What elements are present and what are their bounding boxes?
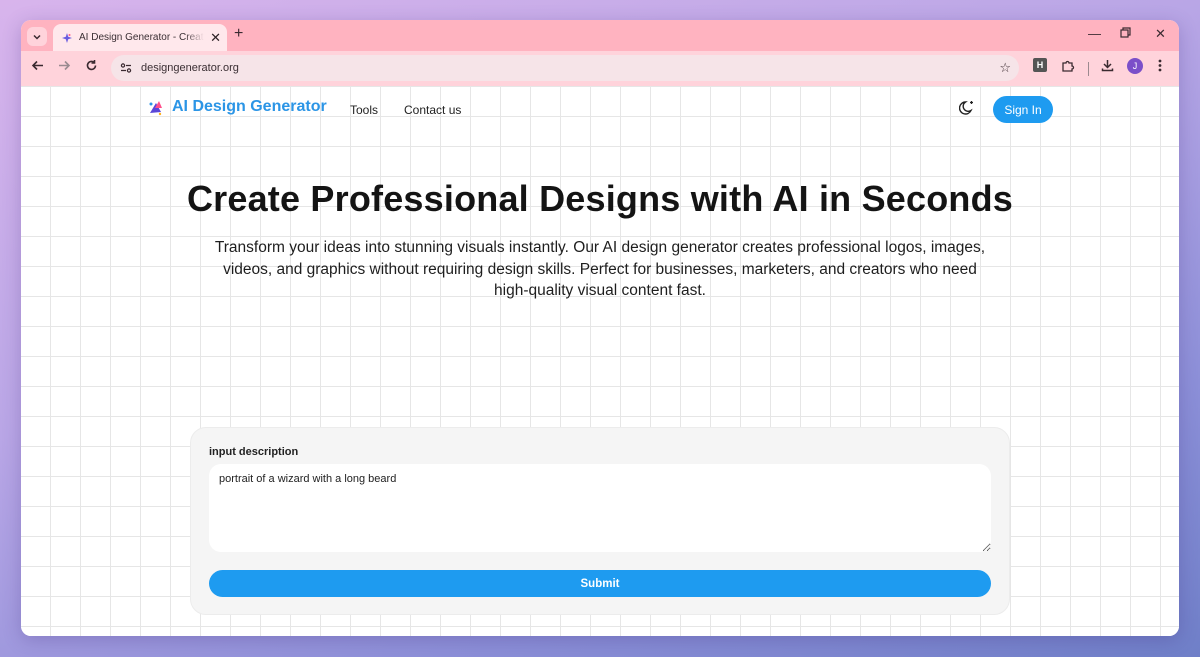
url-text: designgenerator.org xyxy=(141,62,239,74)
close-window-icon[interactable]: ✕ xyxy=(1155,26,1166,42)
browser-window: AI Design Generator - Create Stunning De… xyxy=(21,20,1179,636)
reload-icon[interactable] xyxy=(85,59,98,75)
tab-search-button[interactable] xyxy=(27,27,47,46)
theme-toggle-moon-icon[interactable] xyxy=(958,99,976,121)
hero-title: Create Professional Designs with AI in S… xyxy=(186,178,1014,219)
address-bar[interactable]: designgenerator.org ☆ xyxy=(111,55,1019,81)
extensions-puzzle-icon[interactable] xyxy=(1061,58,1076,78)
bookmark-star-icon[interactable]: ☆ xyxy=(999,60,1011,76)
generator-form-card: input description portrait of a wizard w… xyxy=(190,427,1010,615)
logo-icon xyxy=(149,100,162,115)
tab-title: AI Design Generator - Create Stunning De… xyxy=(79,32,204,43)
browser-toolbar: designgenerator.org ☆ H J xyxy=(21,51,1179,86)
toolbar-divider xyxy=(1088,62,1089,76)
new-tab-button[interactable]: + xyxy=(234,25,243,43)
nav-link-tools[interactable]: Tools xyxy=(350,103,378,117)
site-favicon-icon xyxy=(61,32,73,44)
minimize-icon[interactable]: — xyxy=(1088,26,1101,41)
download-icon[interactable] xyxy=(1100,58,1115,78)
tab-strip: AI Design Generator - Create Stunning De… xyxy=(21,20,1179,51)
submit-button[interactable]: Submit xyxy=(209,570,991,597)
page-content: AI Design Generator Tools Contact us Sig… xyxy=(21,86,1179,636)
sign-in-button[interactable]: Sign In xyxy=(993,96,1053,123)
chevron-down-icon xyxy=(33,34,41,40)
hero-subtitle: Transform your ideas into stunning visua… xyxy=(214,239,986,299)
profile-avatar[interactable]: J xyxy=(1127,58,1143,74)
active-tab[interactable]: AI Design Generator - Create Stunning De… xyxy=(53,24,227,51)
site-header: AI Design Generator Tools Contact us Sig… xyxy=(21,86,1179,132)
description-label: input description xyxy=(209,446,299,458)
extension-h-icon[interactable]: H xyxy=(1033,58,1047,72)
restore-icon[interactable] xyxy=(1120,26,1131,41)
forward-icon[interactable] xyxy=(58,59,71,75)
kebab-menu-icon[interactable] xyxy=(1157,58,1163,78)
site-logo[interactable]: AI Design Generator xyxy=(147,98,327,116)
close-tab-icon[interactable]: ✕ xyxy=(210,31,221,44)
logo-text: AI Design Generator xyxy=(172,98,327,115)
site-settings-icon[interactable] xyxy=(119,61,133,75)
nav-link-contact[interactable]: Contact us xyxy=(404,103,461,117)
description-input[interactable]: portrait of a wizard with a long beard xyxy=(209,464,991,552)
back-icon[interactable] xyxy=(31,59,44,75)
